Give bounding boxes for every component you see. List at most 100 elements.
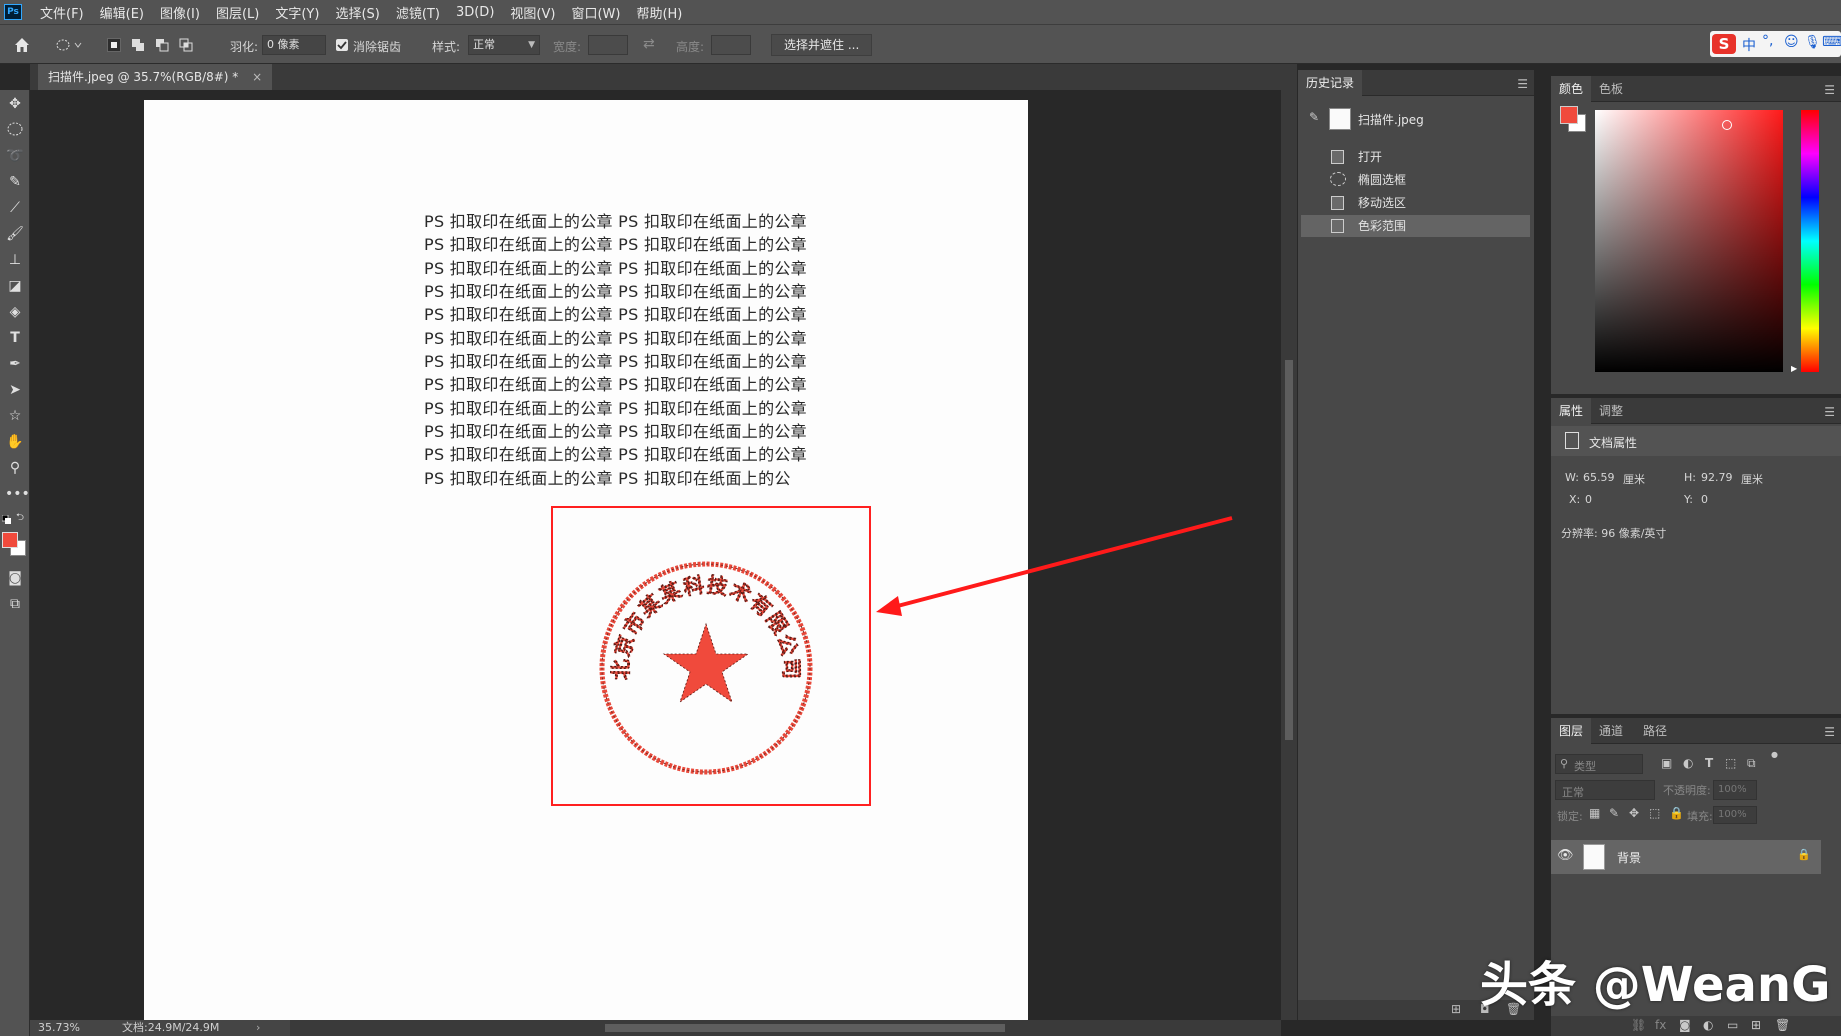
menu-window[interactable]: 窗口(W): [571, 3, 620, 22]
lock-all-icon[interactable]: 🔒: [1669, 806, 1684, 820]
select-and-mask-button[interactable]: 选择并遮住 ...: [771, 34, 873, 56]
tab-history[interactable]: 历史记录: [1298, 70, 1363, 96]
blend-mode-select[interactable]: 正常: [1555, 780, 1655, 800]
zoom-tool-icon[interactable]: ⚲: [5, 458, 25, 478]
scroll-thumb[interactable]: [1285, 360, 1293, 740]
marquee-tool-icon[interactable]: [5, 120, 25, 140]
sogou-icon[interactable]: S: [1712, 34, 1736, 54]
trash-icon[interactable]: 🗑: [1775, 1018, 1790, 1032]
pen-tool-icon[interactable]: ✒: [5, 354, 25, 374]
style-select[interactable]: 正常 ▼: [468, 35, 540, 55]
filter-adjustment-icon[interactable]: ◐: [1683, 756, 1693, 770]
menu-type[interactable]: 文字(Y): [275, 3, 319, 22]
new-document-from-state-icon[interactable]: ⊞: [1451, 1002, 1461, 1016]
filter-smart-object-icon[interactable]: ⧉: [1747, 756, 1756, 771]
document-tab[interactable]: 扫描件.jpeg @ 35.7%(RGB/8#) * ×: [38, 64, 273, 90]
shape-tool-icon[interactable]: ☆: [5, 406, 25, 426]
history-item-active[interactable]: 色彩范围: [1301, 215, 1530, 237]
menu-help[interactable]: 帮助(H): [636, 3, 682, 22]
menu-view[interactable]: 视图(V): [510, 3, 555, 22]
subtract-selection-icon[interactable]: [155, 38, 169, 52]
layer-lock-icon[interactable]: 🔒: [1797, 848, 1811, 861]
default-colors-icon[interactable]: [1, 514, 12, 524]
quick-selection-icon[interactable]: ✎: [5, 172, 25, 192]
filter-pixel-icon[interactable]: ▣: [1661, 756, 1672, 770]
tab-paths[interactable]: 路径: [1635, 718, 1675, 744]
panel-menu-icon[interactable]: ☰: [1824, 725, 1835, 739]
hue-slider-handle[interactable]: ▶: [1791, 364, 1797, 373]
new-group-icon[interactable]: ▭: [1727, 1018, 1738, 1032]
swap-colors-icon[interactable]: ⮌: [16, 510, 24, 527]
panel-menu-icon[interactable]: ☰: [1824, 405, 1835, 419]
history-brush-icon[interactable]: ✎: [1309, 110, 1319, 124]
punctuation-icon[interactable]: °,: [1762, 33, 1773, 49]
fx-icon[interactable]: fx: [1655, 1018, 1666, 1032]
home-icon[interactable]: [12, 35, 32, 55]
lock-pixels-icon[interactable]: ✎: [1609, 806, 1619, 820]
stamp-tool-icon[interactable]: ⊥: [5, 250, 25, 270]
filter-shape-icon[interactable]: ⬚: [1725, 756, 1736, 770]
chevron-right-icon[interactable]: ›: [256, 1020, 260, 1036]
brush-tool-icon[interactable]: 🖌: [5, 224, 25, 244]
tab-color[interactable]: 颜色: [1551, 76, 1592, 102]
zoom-level[interactable]: 35.73%: [38, 1020, 80, 1036]
menu-layer[interactable]: 图层(L): [216, 3, 259, 22]
color-picker-cursor[interactable]: [1722, 120, 1732, 130]
menu-image[interactable]: 图像(I): [160, 3, 200, 22]
layer-row[interactable]: 👁 背景 🔒: [1551, 840, 1821, 874]
adjustment-layer-icon[interactable]: ◐: [1703, 1018, 1713, 1032]
tab-swatches[interactable]: 色板: [1591, 76, 1631, 102]
close-icon[interactable]: ×: [252, 70, 262, 84]
tab-properties[interactable]: 属性: [1551, 398, 1592, 424]
type-tool-icon[interactable]: T: [5, 328, 25, 348]
intersect-selection-icon[interactable]: [179, 38, 193, 52]
filter-type-icon[interactable]: T: [1705, 756, 1713, 770]
quick-mask-icon[interactable]: ◙: [5, 568, 25, 588]
menu-file[interactable]: 文件(F): [40, 3, 84, 22]
foreground-color-swatch[interactable]: [2, 532, 18, 548]
history-item[interactable]: 打开: [1301, 146, 1530, 168]
horizontal-scrollbar[interactable]: [285, 1020, 1281, 1036]
eraser-tool-icon[interactable]: ◪: [5, 276, 25, 296]
lock-position-icon[interactable]: ✥: [1629, 806, 1639, 820]
width-value[interactable]: 65.59: [1583, 471, 1615, 484]
lock-transparency-icon[interactable]: ▦: [1589, 806, 1600, 820]
vertical-scrollbar[interactable]: [1281, 90, 1297, 1020]
elliptical-marquee-icon[interactable]: [55, 37, 85, 53]
eyedropper-icon[interactable]: ⟋: [5, 198, 25, 218]
menu-filter[interactable]: 滤镜(T): [396, 3, 440, 22]
company-seal[interactable]: 北京市某某科技术有限公司: [596, 558, 816, 778]
fill-input[interactable]: 100%: [1713, 806, 1757, 824]
width-input[interactable]: [588, 35, 628, 55]
height-input[interactable]: [711, 35, 751, 55]
y-value[interactable]: 0: [1701, 493, 1708, 506]
swap-icon[interactable]: ⇄: [643, 36, 655, 52]
more-tools-icon[interactable]: •••: [5, 484, 30, 504]
history-item[interactable]: 椭圆选框: [1301, 169, 1530, 191]
menu-edit[interactable]: 编辑(E): [100, 3, 144, 22]
path-selection-icon[interactable]: ➤: [5, 380, 25, 400]
feather-input[interactable]: 0 像素: [262, 35, 326, 55]
lock-artboard-icon[interactable]: ⬚: [1649, 806, 1660, 820]
emoji-icon[interactable]: ☺: [1784, 34, 1799, 50]
new-selection-icon[interactable]: [107, 38, 121, 52]
color-field[interactable]: [1595, 110, 1783, 372]
menu-3d[interactable]: 3D(D): [456, 5, 494, 20]
foreground-color-chip[interactable]: [1560, 106, 1578, 124]
history-snapshot[interactable]: ✎ 扫描件.jpeg: [1301, 104, 1530, 134]
height-value[interactable]: 92.79: [1701, 471, 1733, 484]
lasso-tool-icon[interactable]: ➰: [5, 146, 25, 166]
filter-toggle-icon[interactable]: ●: [1771, 750, 1778, 759]
scroll-thumb[interactable]: [605, 1024, 1005, 1032]
microphone-icon[interactable]: 🎙: [1804, 35, 1821, 50]
move-tool-icon[interactable]: ✥: [5, 94, 25, 114]
x-value[interactable]: 0: [1585, 493, 1592, 506]
visibility-eye-icon[interactable]: 👁: [1557, 848, 1574, 863]
menu-select[interactable]: 选择(S): [335, 3, 379, 22]
history-item[interactable]: 移动选区: [1301, 192, 1530, 214]
new-layer-icon[interactable]: ⊞: [1751, 1018, 1761, 1032]
hand-tool-icon[interactable]: ✋: [5, 432, 25, 452]
link-layers-icon[interactable]: ⛓: [1631, 1018, 1646, 1032]
tab-adjustments[interactable]: 调整: [1591, 398, 1631, 424]
layer-name[interactable]: 背景: [1617, 849, 1641, 866]
